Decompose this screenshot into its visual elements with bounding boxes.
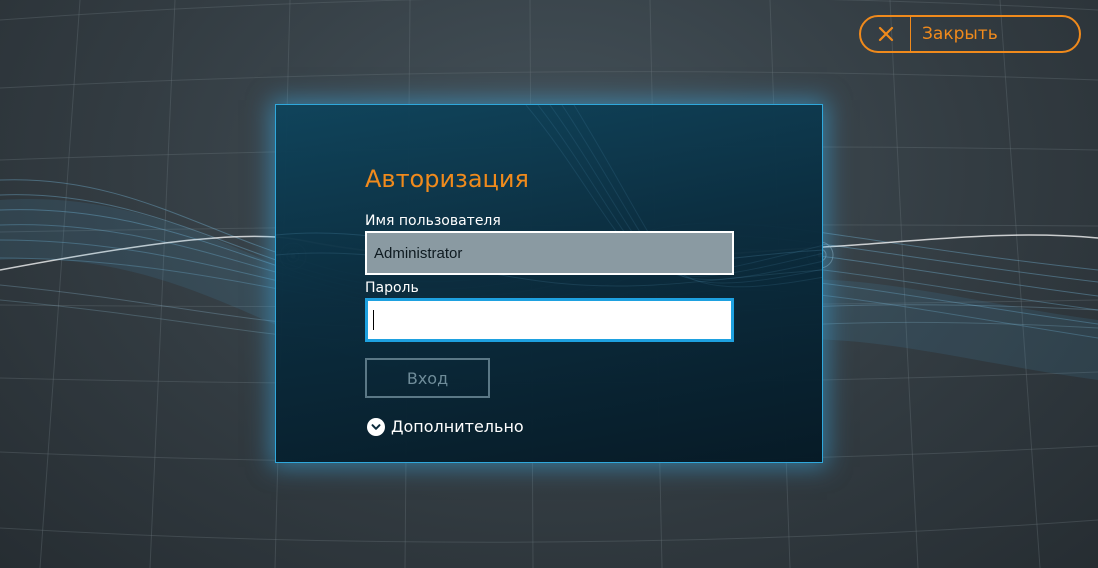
chevron-down-icon — [367, 417, 385, 436]
login-button[interactable]: Вход — [365, 358, 490, 398]
dialog-decoration — [276, 105, 822, 288]
login-screen: Закрыть Авторизация Имя пользователя Пар… — [0, 0, 1098, 568]
close-button-label: Закрыть — [922, 24, 998, 44]
advanced-toggle-label: Дополнительно — [391, 417, 524, 436]
dialog-title: Авторизация — [365, 165, 529, 193]
close-button[interactable]: Закрыть — [859, 15, 1081, 53]
username-field[interactable] — [365, 231, 734, 275]
login-dialog: Авторизация Имя пользователя Пароль Вход… — [275, 104, 823, 463]
password-label: Пароль — [365, 280, 419, 296]
password-field[interactable] — [365, 298, 734, 342]
username-label: Имя пользователя — [365, 213, 501, 229]
close-icon — [861, 17, 911, 51]
advanced-toggle[interactable]: Дополнительно — [367, 417, 524, 436]
text-caret — [373, 310, 374, 330]
